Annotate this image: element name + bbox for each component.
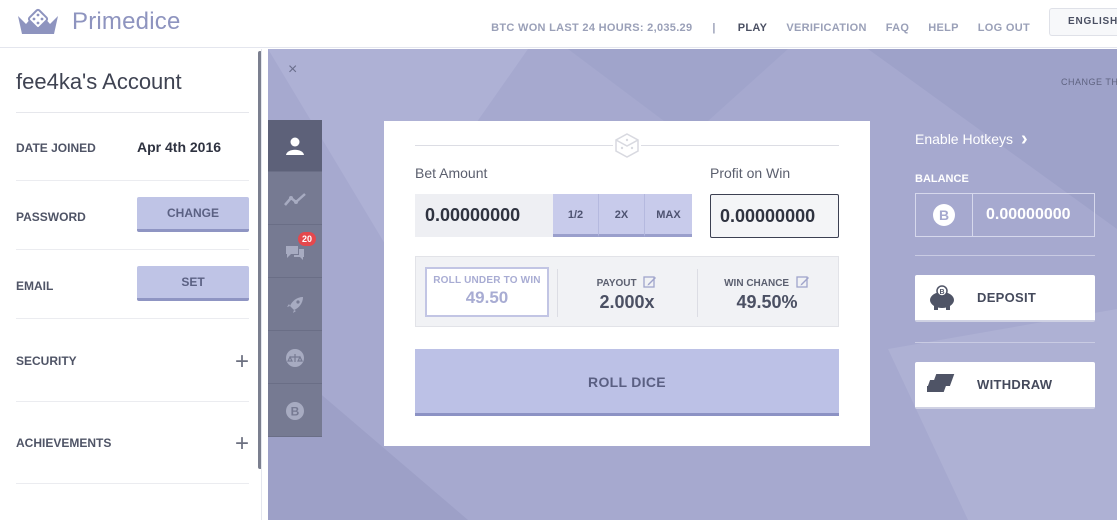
dice-card: Bet Amount Profit on Win 0.00000000 1/2 … xyxy=(384,121,870,446)
payout-stat[interactable]: PAYOUT 2.000x xyxy=(557,267,697,313)
hotkeys-label: Enable Hotkeys xyxy=(915,131,1014,147)
cash-stack-icon xyxy=(927,374,955,392)
svg-text:B: B xyxy=(939,289,944,296)
bitcoin-icon: B xyxy=(933,204,955,226)
tab-account[interactable] xyxy=(268,120,322,172)
svg-text:B: B xyxy=(939,207,949,223)
chevron-right-icon: › xyxy=(1020,128,1028,150)
password-label: PASSWORD xyxy=(16,210,86,224)
nav-play[interactable]: PLAY xyxy=(738,22,768,34)
account-title: fee4ka's Account xyxy=(16,69,182,94)
email-label: EMAIL xyxy=(16,279,54,293)
roll-dice-button[interactable]: ROLL DICE xyxy=(415,349,839,416)
profit-on-win-input[interactable]: 0.00000000 xyxy=(710,194,839,238)
set-email-button[interactable]: SET xyxy=(137,266,249,301)
top-nav: BTC WON LAST 24 HOURS: 2,035.29 | PLAY V… xyxy=(491,8,1117,42)
tab-rail: B xyxy=(268,120,322,437)
edit-payout-icon[interactable] xyxy=(643,275,657,289)
tab-bitcoin[interactable]: B xyxy=(268,385,322,437)
dice-cube-icon xyxy=(615,133,639,158)
chat-unread-badge: 20 xyxy=(298,232,316,246)
nav-verification[interactable]: VERIFICATION xyxy=(786,22,866,34)
change-theme-link[interactable]: CHANGE THE xyxy=(1061,77,1117,87)
svg-text:B: B xyxy=(291,404,300,418)
achievements-row[interactable]: ACHIEVEMENTS + xyxy=(16,402,249,484)
balance-scale-icon xyxy=(286,348,304,367)
card-divider-right xyxy=(641,145,839,146)
win-chance-stat[interactable]: WIN CHANCE 49.50% xyxy=(697,267,837,313)
crown-dice-icon xyxy=(18,8,58,34)
edit-win-chance-icon[interactable] xyxy=(796,275,810,289)
tab-stats[interactable] xyxy=(268,173,322,225)
profit-label: Profit on Win xyxy=(710,165,791,181)
tab-launch[interactable] xyxy=(268,279,322,331)
withdraw-label: WITHDRAW xyxy=(977,377,1053,392)
dice-stats: ROLL UNDER TO WIN 49.50 PAYOUT 2.000x WI… xyxy=(415,256,839,327)
account-scrollbar[interactable] xyxy=(258,51,261,469)
email-row: EMAIL SET xyxy=(16,251,249,319)
half-bet-button[interactable]: 1/2 xyxy=(553,194,599,237)
bet-amount-input[interactable]: 0.00000000 xyxy=(415,194,553,237)
security-label: SECURITY xyxy=(16,354,77,368)
payout-value: 2.000x xyxy=(599,292,655,312)
deposit-button[interactable]: B DEPOSIT xyxy=(915,275,1095,322)
btc-won-stat: BTC WON LAST 24 HOURS: 2,035.29 xyxy=(491,22,693,34)
rocket-icon xyxy=(287,296,303,313)
balance-label: BALANCE xyxy=(915,173,969,185)
brand-name: Primedice xyxy=(72,8,181,35)
nav-faq[interactable]: FAQ xyxy=(886,22,910,34)
right-divider xyxy=(915,255,1095,256)
bitcoin-icon: B xyxy=(286,401,304,420)
language-selector[interactable]: ENGLISH xyxy=(1049,8,1117,36)
date-joined-row: DATE JOINED Apr 4th 2016 xyxy=(16,113,249,181)
double-bet-button[interactable]: 2X xyxy=(599,194,645,237)
user-icon xyxy=(286,137,304,155)
password-row: PASSWORD CHANGE xyxy=(16,182,249,250)
nav-separator: | xyxy=(712,22,716,34)
nav-help[interactable]: HELP xyxy=(928,22,959,34)
deposit-label: DEPOSIT xyxy=(977,290,1037,305)
roll-under-toggle[interactable]: ROLL UNDER TO WIN 49.50 xyxy=(425,267,549,317)
nav-logout[interactable]: LOG OUT xyxy=(978,22,1030,34)
account-panel: fee4ka's Account DATE JOINED Apr 4th 201… xyxy=(0,49,262,520)
top-header: Primedice BTC WON LAST 24 HOURS: 2,035.2… xyxy=(0,0,1117,48)
win-chance-label: WIN CHANCE xyxy=(724,278,790,289)
close-icon[interactable]: × xyxy=(288,61,297,79)
expand-security-icon[interactable]: + xyxy=(235,350,249,374)
payout-label: PAYOUT xyxy=(596,278,637,289)
balance-display: B 0.00000000 xyxy=(915,193,1095,237)
achievements-label: ACHIEVEMENTS xyxy=(16,436,112,450)
expand-achievements-icon[interactable]: + xyxy=(235,432,249,456)
roll-under-value: 49.50 xyxy=(465,288,509,307)
security-row[interactable]: SECURITY + xyxy=(16,320,249,402)
win-chance-value: 49.50% xyxy=(736,292,798,312)
tab-fairness[interactable] xyxy=(268,332,322,384)
card-divider-left xyxy=(415,145,613,146)
chart-line-icon xyxy=(284,192,306,206)
change-password-button[interactable]: CHANGE xyxy=(137,197,249,232)
date-joined-label: DATE JOINED xyxy=(16,141,96,155)
logo[interactable]: Primedice xyxy=(14,6,181,38)
bet-amount-label: Bet Amount xyxy=(415,165,488,181)
piggy-bank-icon: B xyxy=(930,285,954,310)
roll-under-label: ROLL UNDER TO WIN xyxy=(433,275,541,286)
balance-value: 0.00000000 xyxy=(986,206,1071,223)
max-bet-button[interactable]: MAX xyxy=(645,194,692,237)
withdraw-button[interactable]: WITHDRAW xyxy=(915,362,1095,409)
enable-hotkeys-link[interactable]: Enable Hotkeys › xyxy=(915,128,1028,151)
right-divider xyxy=(915,342,1095,343)
date-joined-value: Apr 4th 2016 xyxy=(137,139,222,155)
